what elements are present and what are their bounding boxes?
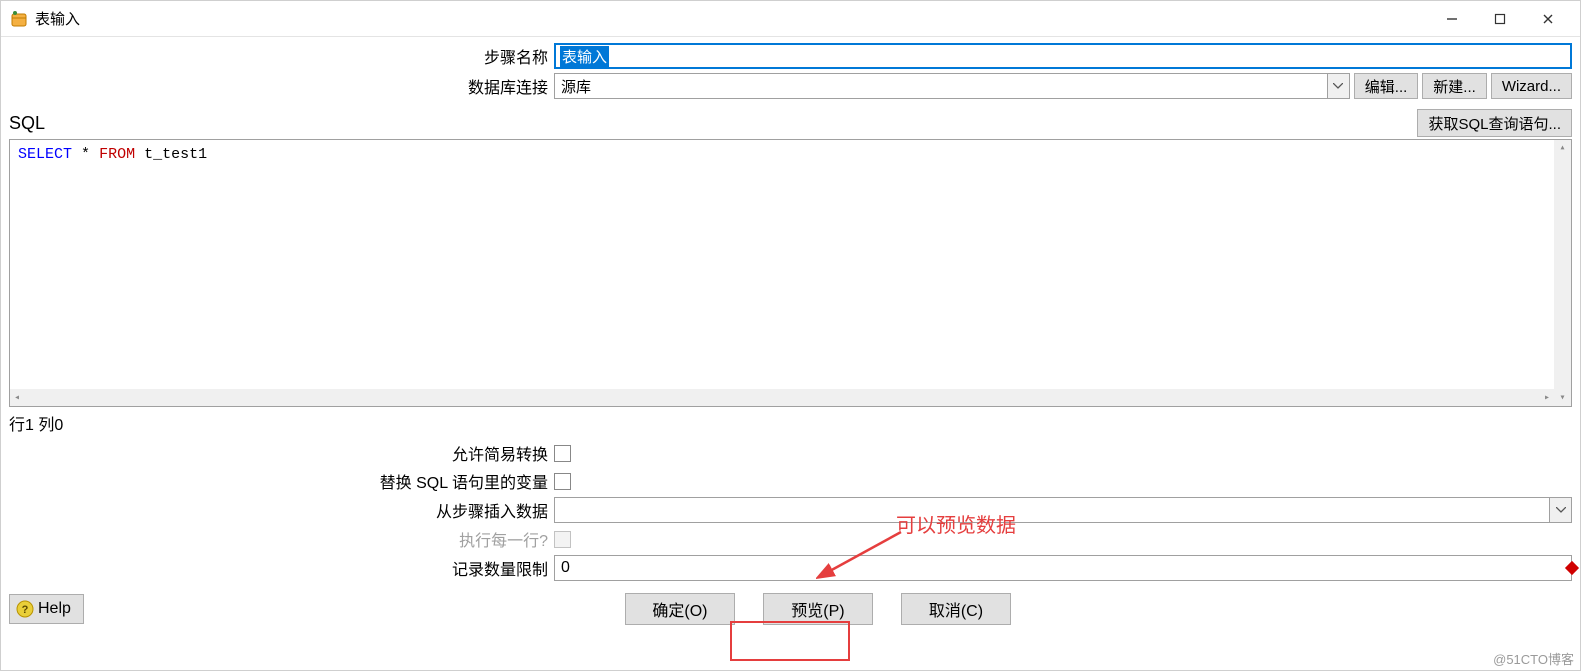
scroll-up-icon: ▴ — [1555, 140, 1569, 156]
minimize-icon — [1446, 13, 1458, 25]
replace-vars-row: 替换 SQL 语句里的变量 — [9, 469, 1572, 493]
scroll-left-icon: ◂ — [10, 390, 24, 406]
titlebar: 表输入 — [1, 1, 1580, 37]
vertical-scrollbar[interactable]: ▴ ▾ — [1554, 140, 1571, 406]
db-connection-row: 数据库连接 源库 编辑... 新建... Wizard... — [9, 73, 1572, 99]
close-button[interactable] — [1524, 4, 1572, 34]
chevron-down-icon — [1549, 498, 1571, 522]
step-name-input[interactable]: 表输入 — [554, 43, 1572, 69]
scroll-right-icon: ▸ — [1540, 390, 1554, 406]
cursor-position-status: 行1 列0 — [9, 411, 1572, 435]
maximize-button[interactable] — [1476, 4, 1524, 34]
get-sql-button[interactable]: 获取SQL查询语句... — [1417, 109, 1572, 137]
wizard-button[interactable]: Wizard... — [1491, 73, 1572, 99]
record-limit-label: 记录数量限制 — [9, 556, 554, 580]
db-connection-label: 数据库连接 — [9, 74, 554, 98]
db-connection-value: 源库 — [555, 76, 1327, 97]
edit-connection-button[interactable]: 编辑... — [1354, 73, 1419, 99]
close-icon — [1542, 13, 1554, 25]
minimize-button[interactable] — [1428, 4, 1476, 34]
step-name-row: 步骤名称 表输入 — [9, 43, 1572, 69]
execute-each-row-checkbox — [554, 531, 571, 548]
dialog-content: 步骤名称 表输入 数据库连接 源库 编辑... 新建... Wizard... … — [1, 37, 1580, 670]
cancel-button[interactable]: 取消(C) — [901, 593, 1011, 625]
svg-text:?: ? — [22, 604, 29, 616]
sql-header: SQL 获取SQL查询语句... — [9, 109, 1572, 137]
sql-textarea[interactable]: SELECT * FROM t_test1 ▴ ▾ ◂ ▸ — [9, 139, 1572, 407]
sql-label: SQL — [9, 113, 45, 134]
window-title: 表输入 — [35, 8, 80, 29]
execute-each-row-label: 执行每一行? — [9, 527, 554, 551]
preview-button[interactable]: 预览(P) — [763, 593, 873, 625]
help-button[interactable]: ? Help — [9, 594, 84, 624]
lazy-conversion-row: 允许简易转换 — [9, 441, 1572, 465]
dialog-button-bar: ? Help 确定(O) 预览(P) 取消(C) — [9, 593, 1572, 625]
step-name-value: 表输入 — [560, 46, 609, 67]
help-icon: ? — [16, 600, 34, 618]
sql-content: SELECT * FROM t_test1 — [10, 140, 1571, 169]
replace-vars-checkbox[interactable] — [554, 473, 571, 490]
horizontal-scrollbar[interactable]: ◂ ▸ — [10, 389, 1554, 406]
watermark: @51CTO博客 — [1493, 649, 1574, 668]
chevron-down-icon — [1327, 74, 1349, 98]
db-connection-select[interactable]: 源库 — [554, 73, 1350, 99]
scroll-down-icon: ▾ — [1555, 390, 1569, 406]
maximize-icon — [1494, 13, 1506, 25]
lazy-conversion-checkbox[interactable] — [554, 445, 571, 462]
variable-indicator-icon — [1565, 561, 1579, 575]
window-controls — [1428, 4, 1572, 34]
insert-from-step-label: 从步骤插入数据 — [9, 498, 554, 522]
insert-from-step-row: 从步骤插入数据 — [9, 497, 1572, 523]
replace-vars-label: 替换 SQL 语句里的变量 — [9, 469, 554, 493]
record-limit-input[interactable]: 0 — [554, 555, 1572, 581]
execute-each-row-row: 执行每一行? — [9, 527, 1572, 551]
lazy-conversion-label: 允许简易转换 — [9, 441, 554, 465]
record-limit-value: 0 — [561, 559, 570, 577]
new-connection-button[interactable]: 新建... — [1422, 73, 1487, 99]
record-limit-row: 记录数量限制 0 — [9, 555, 1572, 581]
app-icon — [9, 9, 29, 29]
ok-button[interactable]: 确定(O) — [625, 593, 735, 625]
step-name-label: 步骤名称 — [9, 44, 554, 68]
insert-from-step-select[interactable] — [554, 497, 1572, 523]
table-input-dialog: 表输入 步骤名称 表输入 数据库连接 源库 — [0, 0, 1581, 671]
